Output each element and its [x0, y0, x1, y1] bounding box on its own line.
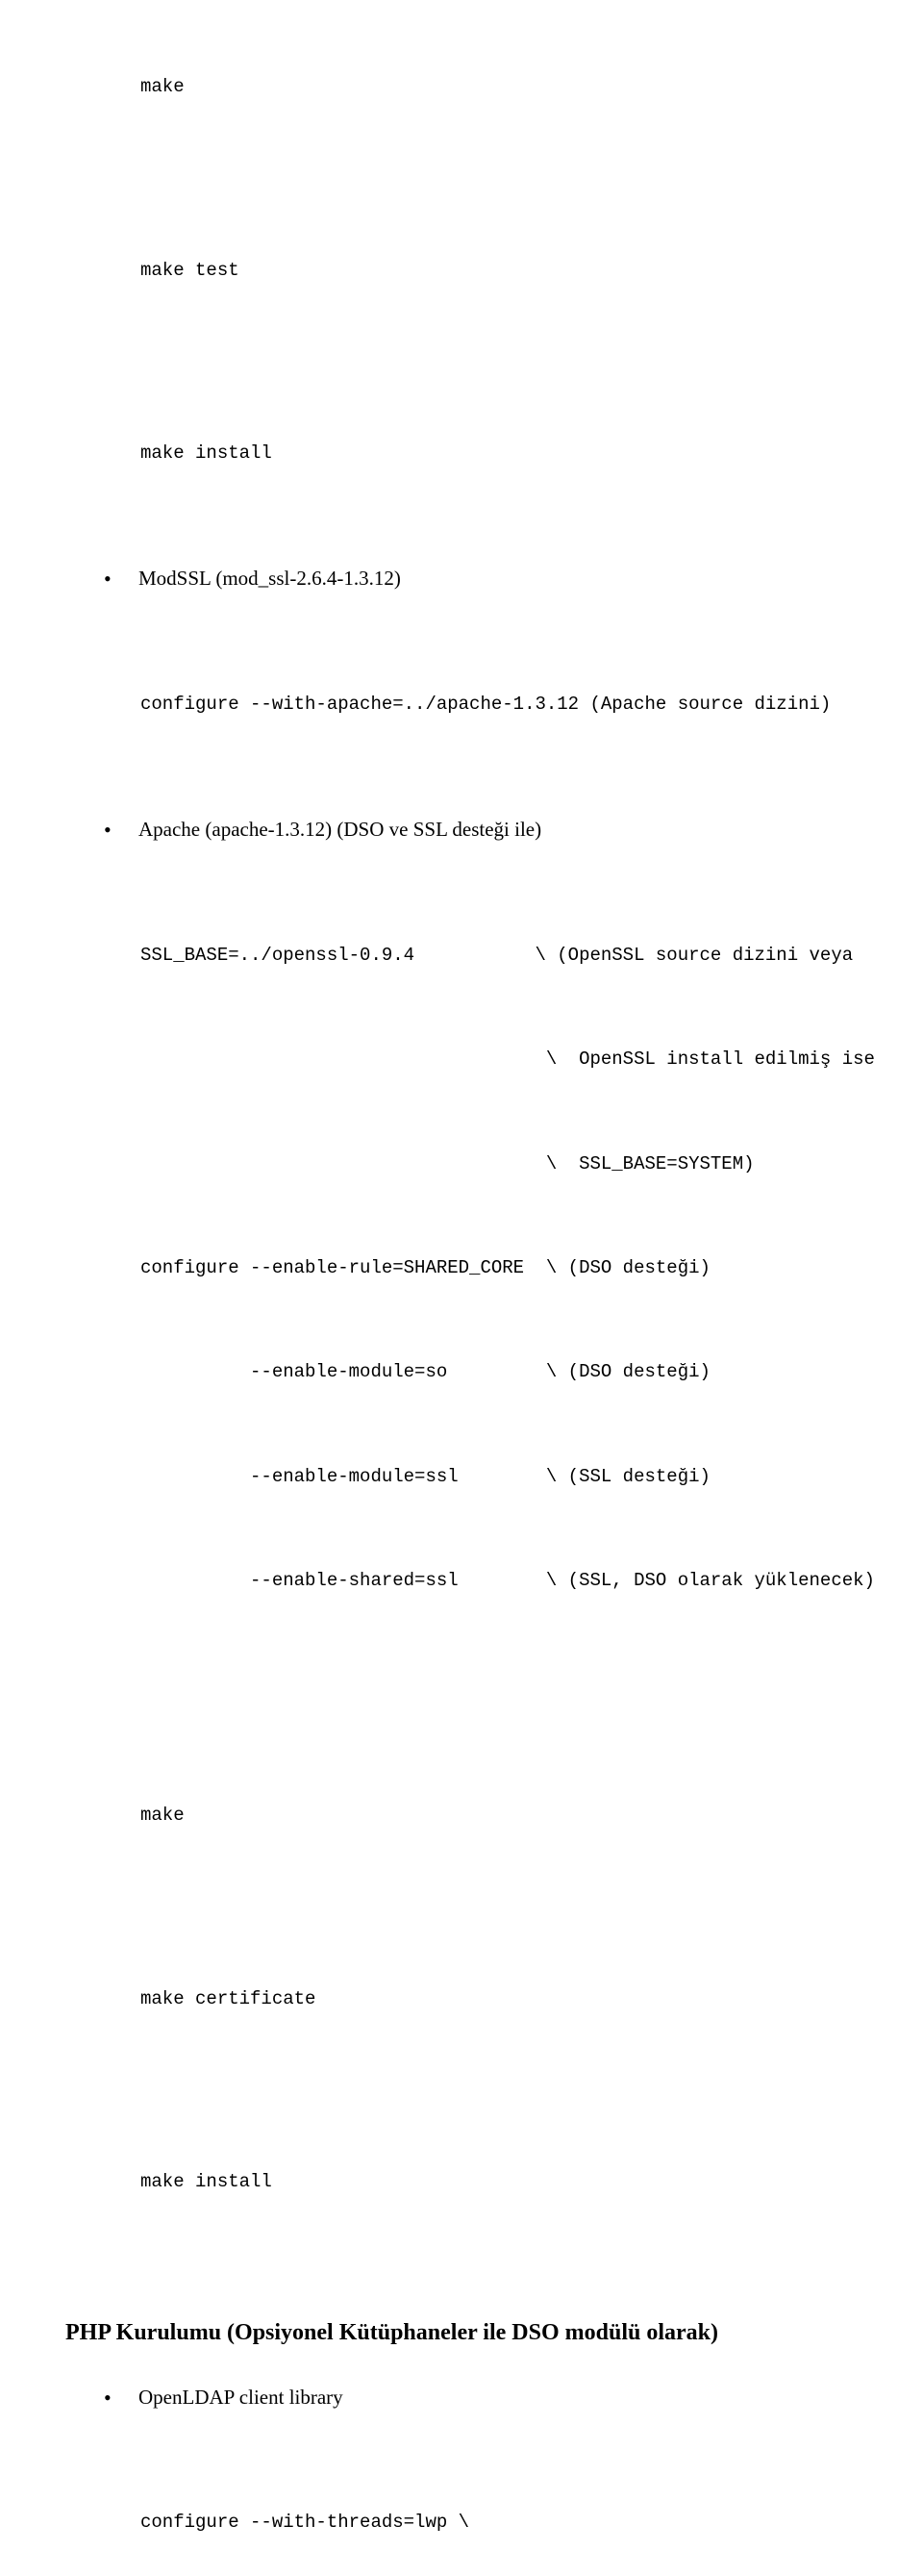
bullet-item-openldap: OpenLDAP client library [10, 2382, 913, 2413]
code-block-modssl-configure: configure --with-apache=../apache-1.3.12… [140, 618, 913, 791]
code-line: SSL_BASE=../openssl-0.9.4 \ (OpenSSL sou… [140, 938, 913, 972]
code-line: \ OpenSSL install edilmiş ise [140, 1042, 913, 1076]
bullet-text: OpenLDAP client library [138, 2386, 343, 2409]
code-line: --enable-module=so \ (DSO desteği) [140, 1354, 913, 1389]
code-line: make certificate [140, 1982, 913, 2016]
bullet-text: Apache (apache-1.3.12) (DSO ve SSL deste… [138, 818, 541, 841]
code-line: configure --with-apache=../apache-1.3.12… [140, 687, 913, 721]
code-line: configure --enable-rule=SHARED_CORE \ (D… [140, 1250, 913, 1285]
code-block-openssl: make make test make install [140, 0, 913, 540]
code-line: --enable-shared=ssl \ (SSL, DSO olarak y… [140, 1563, 913, 1598]
bullet-list: OpenLDAP client library [10, 2382, 913, 2413]
code-block-apache-make: make make certificate make install [140, 1729, 913, 2268]
code-line: make install [140, 436, 913, 470]
bullet-item-apache: Apache (apache-1.3.12) (DSO ve SSL deste… [10, 814, 913, 846]
code-line: configure --with-threads=lwp \ [140, 2505, 913, 2539]
bullet-list: ModSSL (mod_ssl-2.6.4-1.3.12) [10, 563, 913, 594]
code-line: --enable-module=ssl \ (SSL desteği) [140, 1459, 913, 1494]
code-block-apache-configure: SSL_BASE=../openssl-0.9.4 \ (OpenSSL sou… [140, 869, 913, 1667]
code-line: make [140, 1798, 913, 1832]
bullet-text: ModSSL (mod_ssl-2.6.4-1.3.12) [138, 567, 401, 590]
section-heading-php: PHP Kurulumu (Opsiyonel Kütüphaneler ile… [65, 2315, 913, 2351]
code-block-openldap-configure: configure --with-threads=lwp \ --disable… [140, 2436, 913, 2576]
bullet-list: Apache (apache-1.3.12) (DSO ve SSL deste… [10, 814, 913, 846]
bullet-item-modssl: ModSSL (mod_ssl-2.6.4-1.3.12) [10, 563, 913, 594]
code-line: \ SSL_BASE=SYSTEM) [140, 1147, 913, 1181]
code-line: make install [140, 2164, 913, 2199]
code-line: make [140, 69, 913, 104]
document-page: make make test make install ModSSL (mod_… [0, 0, 923, 2576]
code-line: make test [140, 253, 913, 288]
